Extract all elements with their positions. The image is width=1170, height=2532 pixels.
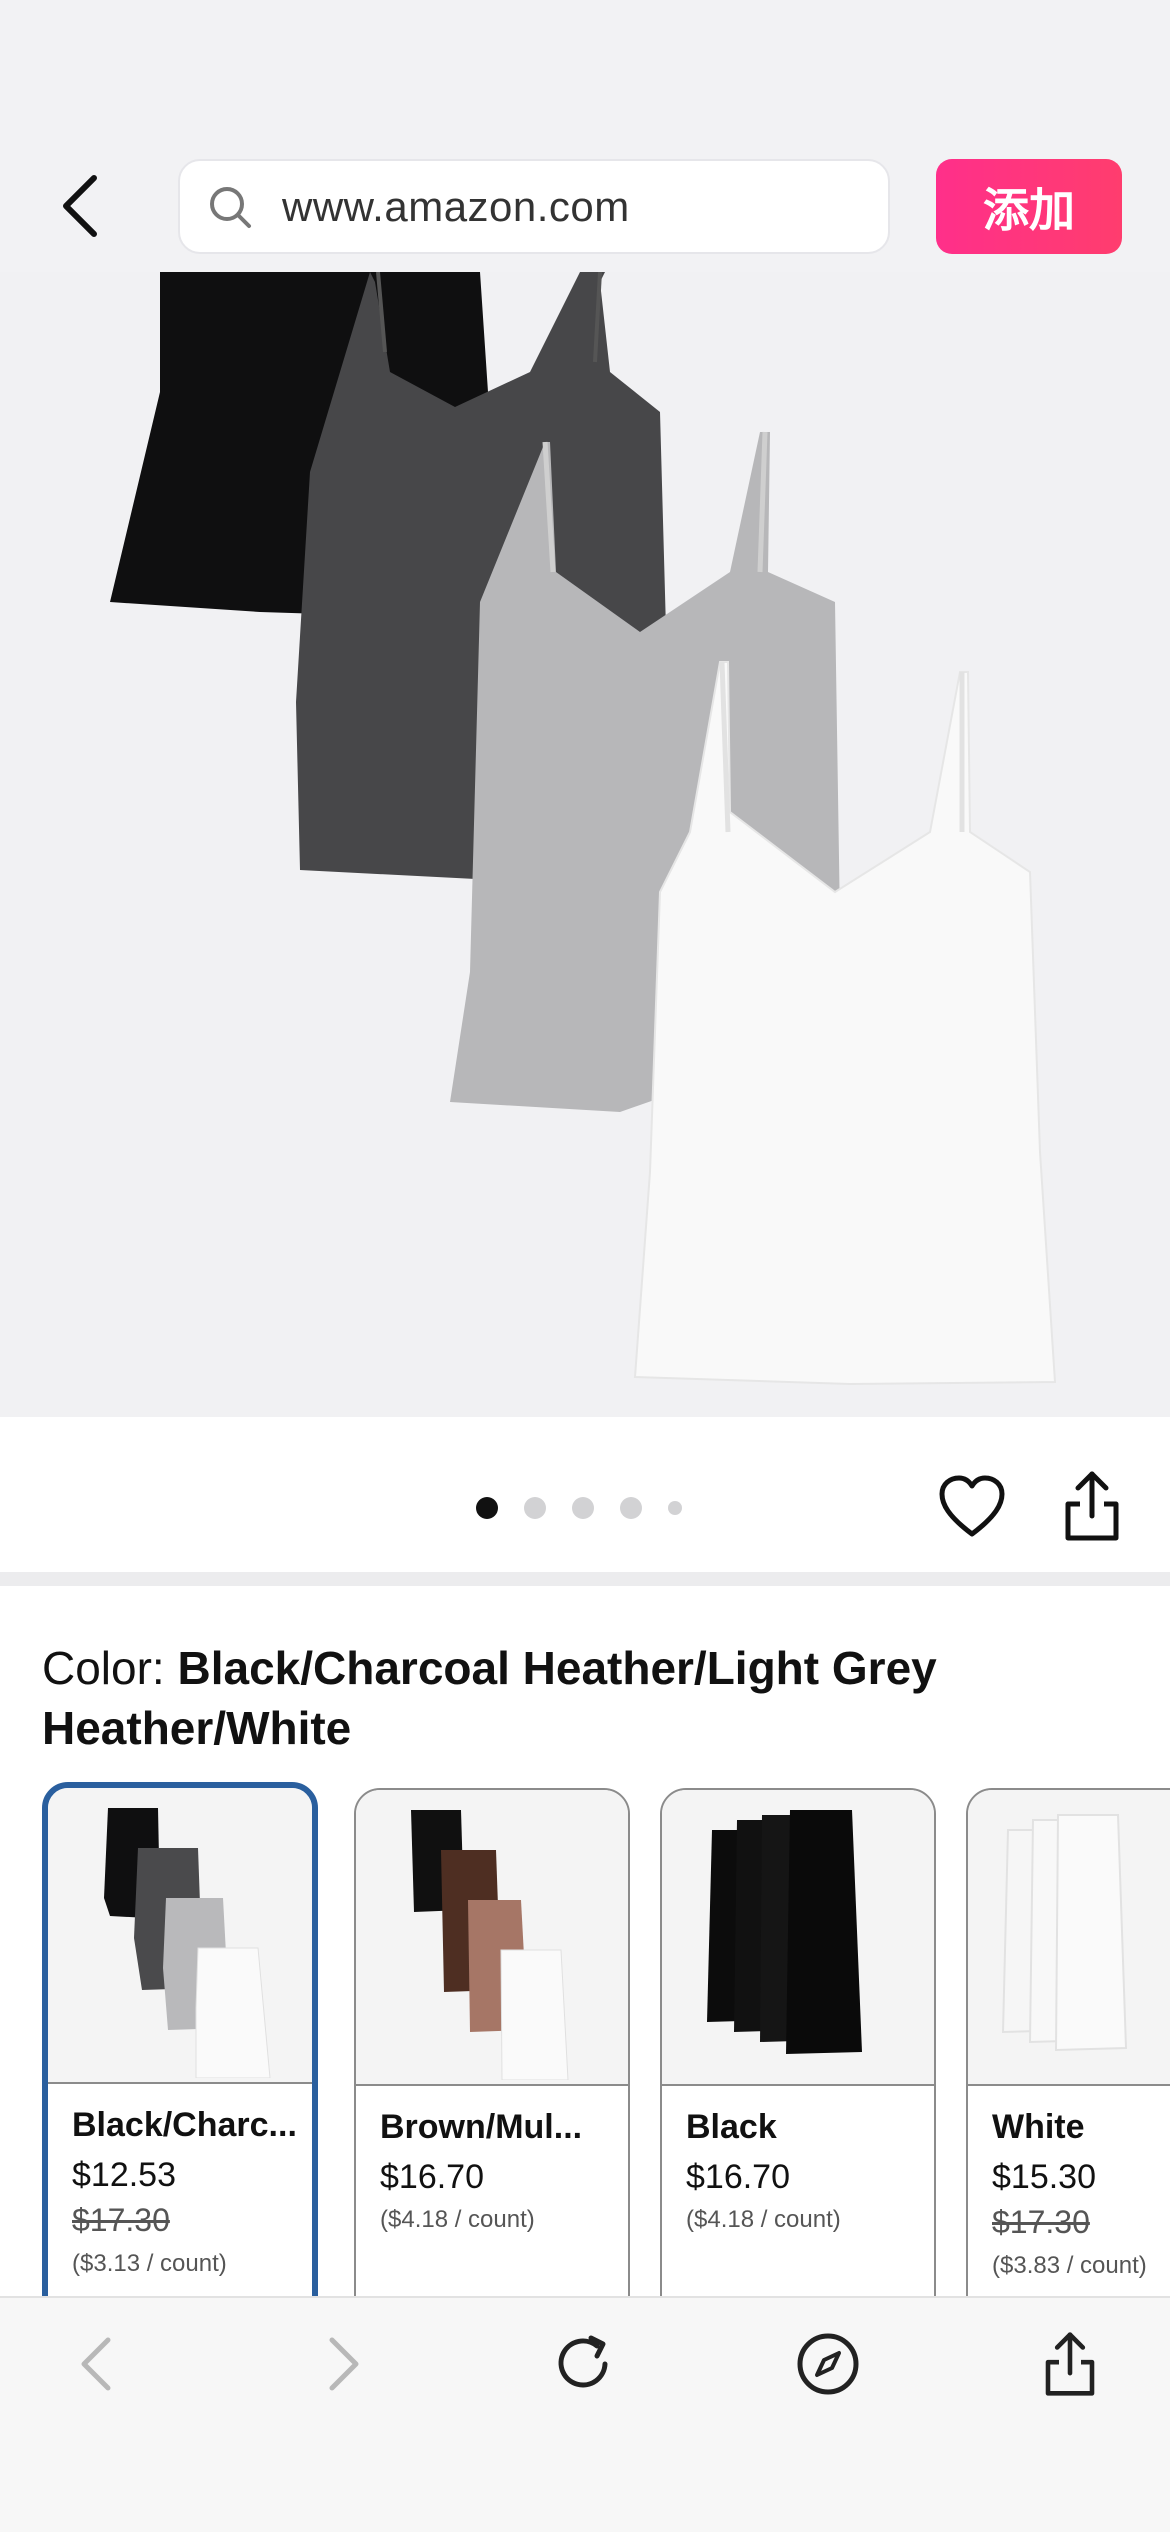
chevron-left-icon xyxy=(81,2337,111,2391)
color-swatch-list: Black/Charc... $12.53 $17.30 ($3.13 / co… xyxy=(0,1782,1170,2302)
swatch-unit-price: ($3.83 / count) xyxy=(992,2252,1147,2279)
swatch-brown-multi[interactable]: Brown/Mul... $16.70 ($4.18 / count) xyxy=(354,1788,630,2302)
swatch-thumbnail xyxy=(48,1788,312,2084)
add-button[interactable]: 添加 xyxy=(936,159,1122,254)
chevron-left-icon xyxy=(63,175,97,237)
share-button[interactable] xyxy=(1062,1470,1122,1542)
share-page-button[interactable] xyxy=(1030,2326,1110,2402)
swatch-unit-price: ($4.18 / count) xyxy=(380,2206,535,2233)
share-icon xyxy=(1065,1471,1119,1541)
pagination-dot[interactable] xyxy=(476,1497,498,1519)
color-value: Black/Charcoal Heather/Light Grey Heathe… xyxy=(42,1642,937,1754)
swatch-list-price: $17.30 xyxy=(992,2204,1090,2240)
reload-icon xyxy=(558,2335,608,2388)
color-prefix: Color: xyxy=(42,1642,178,1694)
swatch-list-price: $17.30 xyxy=(72,2202,170,2238)
swatch-price: $15.30 xyxy=(992,2158,1096,2196)
swatch-price: $12.53 xyxy=(72,2156,176,2194)
product-image xyxy=(110,272,1057,1386)
swatch-price: $16.70 xyxy=(686,2158,790,2196)
swatch-name: Black xyxy=(686,2108,777,2146)
swatch-black[interactable]: Black $16.70 ($4.18 / count) xyxy=(660,1788,936,2302)
color-label: Color: Black/Charcoal Heather/Light Grey… xyxy=(42,1638,1142,1758)
swatch-thumbnail xyxy=(356,1790,628,2086)
pagination-dot[interactable] xyxy=(668,1501,682,1515)
product-image-gallery[interactable] xyxy=(0,272,1170,1417)
swatch-white[interactable]: White $15.30 $17.30 ($3.83 / count) xyxy=(966,1788,1170,2302)
reload-button[interactable] xyxy=(545,2326,625,2402)
swatch-name: Black/Charc... xyxy=(72,2106,297,2144)
wishlist-button[interactable] xyxy=(938,1474,1006,1542)
nav-back-button[interactable] xyxy=(56,2326,136,2402)
swatch-thumbnail xyxy=(662,1790,934,2086)
swatch-thumbnail xyxy=(968,1790,1170,2086)
swatch-black-charcoal[interactable]: Black/Charc... $12.53 $17.30 ($3.13 / co… xyxy=(42,1782,318,2302)
swatch-unit-price: ($4.18 / count) xyxy=(686,2206,841,2233)
swatch-unit-price: ($3.13 / count) xyxy=(72,2250,227,2277)
pagination-dot[interactable] xyxy=(524,1497,546,1519)
search-icon xyxy=(210,186,251,228)
swatch-name: Brown/Mul... xyxy=(380,2108,583,2146)
swatch-name: White xyxy=(992,2108,1085,2146)
browser-compass-button[interactable] xyxy=(788,2326,868,2402)
url-text: www.amazon.com xyxy=(282,182,630,230)
share-icon xyxy=(1045,2332,1095,2396)
pagination-dot[interactable] xyxy=(620,1497,642,1519)
chevron-right-icon xyxy=(329,2337,359,2391)
url-search-bar[interactable]: www.amazon.com xyxy=(178,159,890,254)
compass-icon xyxy=(797,2333,859,2395)
back-button[interactable] xyxy=(50,168,110,244)
pagination-dot[interactable] xyxy=(572,1497,594,1519)
nav-forward-button[interactable] xyxy=(304,2326,384,2402)
section-divider xyxy=(0,1572,1170,1586)
heart-icon xyxy=(939,1475,1005,1537)
gallery-pagination[interactable] xyxy=(476,1496,708,1520)
swatch-price: $16.70 xyxy=(380,2158,484,2196)
status-bar-area xyxy=(0,0,1170,140)
